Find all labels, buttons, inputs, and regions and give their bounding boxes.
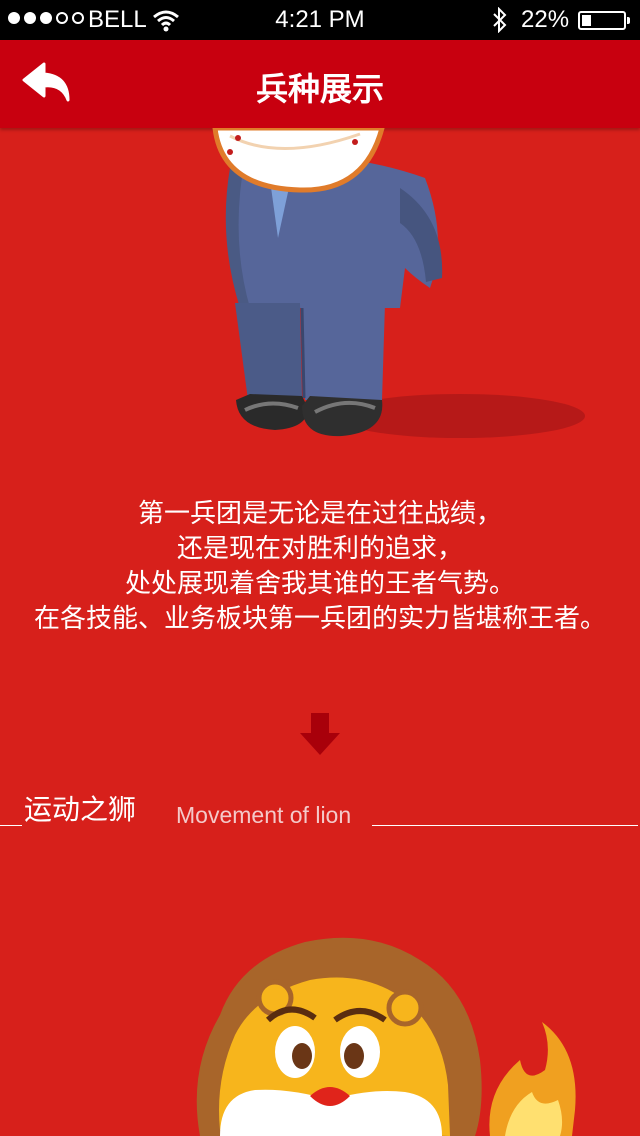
section-subtitle: Movement of lion [176,802,352,828]
bluetooth-icon [493,7,507,33]
status-bar: BELL 4:21 PM 22% [0,0,640,40]
description-line: 第一兵团是无论是在过往战绩， [137,499,502,529]
mascot-suit-illustration [212,128,585,438]
page-title: 兵种展示 [255,70,384,108]
battery-icon [578,11,626,30]
section-title: 运动之狮 [24,793,137,826]
navigation-bar: 兵种展示 [0,40,640,128]
down-arrow-icon [300,713,340,755]
description-line: 处处展现着舍我其谁的王者气势。 [124,569,515,599]
description-line: 还是现在对胜利的追求， [176,534,463,564]
heading-divider [0,825,22,826]
section-heading: 运动之狮 Movement of lion [0,780,640,830]
description-line: 在各技能、业务板块第一兵团的实力皆堪称王者。 [33,604,606,634]
battery-percentage: 22% [521,6,570,33]
lion-mascot-illustration [196,937,576,1136]
description: 第一兵团是无论是在过往战绩， 还是现在对胜利的追求， 处处展现着舍我其谁的王者气… [0,497,640,637]
heading-divider [372,825,638,826]
